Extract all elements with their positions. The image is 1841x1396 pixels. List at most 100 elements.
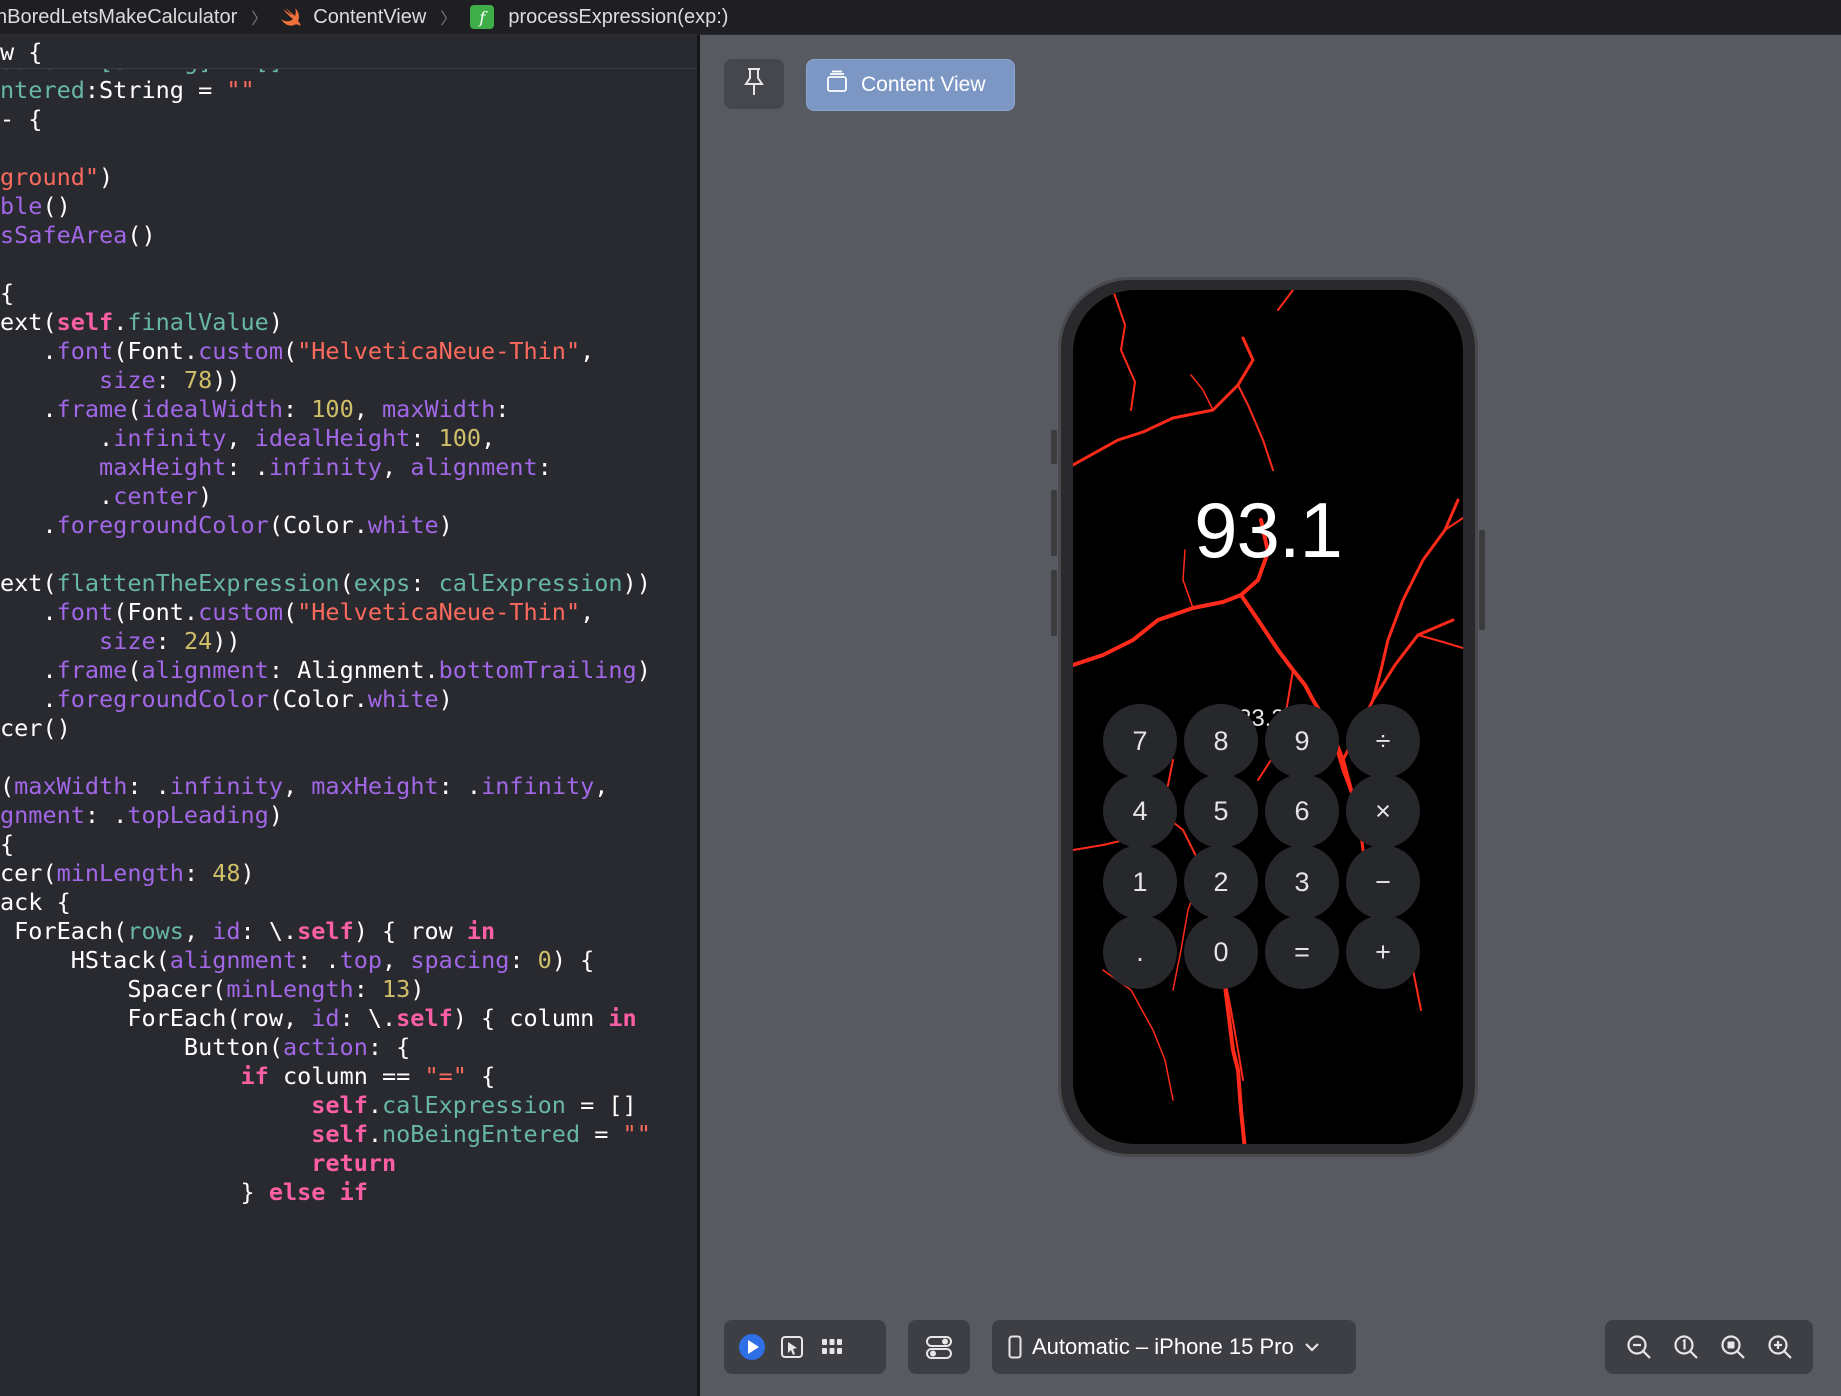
code-token: ) { row [353, 917, 467, 945]
lightning-crack [1073, 336, 1255, 467]
content-view-label: Content View [861, 73, 986, 96]
code-token: } [0, 1178, 269, 1206]
code-line: (maxWidth: .infinity, maxHeight: .infini… [0, 772, 608, 801]
key-decimal[interactable]: . [1103, 915, 1177, 989]
code-token: ForEach(row, [0, 1004, 312, 1032]
code-token: "=" [424, 1062, 467, 1090]
chevron-down-icon [1304, 1341, 1320, 1353]
code-line: Button(action: { [0, 1033, 410, 1062]
code-token: . [0, 511, 57, 539]
key-equals[interactable]: = [1265, 915, 1339, 989]
key-divide[interactable]: ÷ [1346, 704, 1420, 778]
code-line: cer() [0, 714, 71, 743]
key-9[interactable]: 9 [1265, 704, 1339, 778]
code-token: - { [0, 105, 43, 133]
code-token: : [183, 859, 213, 887]
code-line: ack { [0, 888, 71, 917]
code-token: , [580, 337, 595, 365]
key-1[interactable]: 1 [1103, 845, 1177, 919]
breadcrumb-separator: 〉 [251, 11, 268, 28]
code-token: white [367, 685, 439, 713]
code-token: ) [198, 482, 213, 510]
zoom-out-icon[interactable] [1619, 1327, 1659, 1367]
code-token: calExpression [438, 569, 623, 597]
power-button [1479, 530, 1485, 630]
device-selector[interactable]: Automatic – iPhone 15 Pro [992, 1320, 1356, 1374]
code-token: . [0, 656, 57, 684]
zoom-in-icon[interactable] [1760, 1327, 1800, 1367]
code-token: () [127, 221, 156, 249]
content-view-button[interactable]: Content View [806, 59, 1015, 111]
select-icon[interactable] [772, 1327, 812, 1367]
breadcrumb-project[interactable]: nBoredLetsMakeCalculator [0, 0, 237, 35]
code-token: custom [198, 598, 283, 626]
key-multiply[interactable]: × [1346, 774, 1420, 848]
variants-button[interactable] [908, 1320, 970, 1374]
code-line: ble() [0, 192, 71, 221]
key-6[interactable]: 6 [1265, 774, 1339, 848]
code-token: 100 [311, 395, 354, 423]
key-5[interactable]: 5 [1184, 774, 1258, 848]
code-editor[interactable]: w { ssion: [String] = []ntered:String = … [0, 35, 697, 1396]
pin-button[interactable] [724, 59, 784, 109]
code-token: ) [99, 163, 114, 191]
breadcrumb-file[interactable]: ContentView [281, 0, 426, 35]
code-token: else if [268, 1178, 368, 1206]
code-token: 13 [382, 975, 411, 1003]
code-line: self.calExpression = [] [0, 1091, 636, 1120]
code-token: : . [84, 801, 128, 829]
key-3[interactable]: 3 [1265, 845, 1339, 919]
code-line: if column == "=" { [0, 1062, 496, 1091]
grid-icon[interactable] [812, 1327, 852, 1367]
code-token: frame [56, 656, 128, 684]
code-line: ForEach(rows, id: \.self) { row in [0, 917, 495, 946]
key-2[interactable]: 2 [1184, 845, 1258, 919]
code-token: { [0, 279, 15, 307]
code-token: w { [0, 38, 43, 66]
code-token: . [0, 482, 114, 510]
code-token: in [608, 1004, 637, 1032]
code-line: size: 78)) [0, 366, 240, 395]
volume-up-button [1051, 490, 1057, 556]
code-token: action [282, 1033, 368, 1061]
code-token: rows [127, 917, 184, 945]
code-token: top [339, 946, 383, 974]
code-token: : . [226, 453, 269, 481]
zoom-controls [1605, 1320, 1813, 1374]
code-token: 0 [537, 946, 552, 974]
code-token: ack { [0, 888, 71, 916]
key-8[interactable]: 8 [1184, 704, 1258, 778]
key-4[interactable]: 4 [1103, 774, 1177, 848]
code-token: size [99, 366, 156, 394]
code-line: { [0, 830, 14, 859]
code-token: : { [367, 1033, 411, 1061]
code-token: 78 [183, 366, 213, 394]
zoom-actual-icon[interactable] [1666, 1327, 1706, 1367]
code-token: ) [268, 801, 283, 829]
breadcrumb-function[interactable]: f processExpression(exp:) [470, 0, 728, 35]
code-token: : \. [240, 917, 298, 945]
play-icon[interactable] [732, 1327, 772, 1367]
code-token: Button( [0, 1033, 283, 1061]
code-token: bottomTrailing [438, 656, 637, 684]
code-token: gnment [0, 801, 85, 829]
key-0[interactable]: 0 [1184, 915, 1258, 989]
code-token: topLeading [127, 801, 269, 829]
code-line: return [0, 1149, 396, 1178]
code-token: )) [622, 569, 651, 597]
device-label: Automatic – iPhone 15 Pro [1032, 1334, 1294, 1359]
code-token: minLength [56, 859, 184, 887]
zoom-fit-icon[interactable] [1713, 1327, 1753, 1367]
breadcrumb-project-label: nBoredLetsMakeCalculator [0, 5, 238, 28]
breadcrumb-function-label: processExpression(exp:) [508, 5, 729, 28]
lightning-crack [1112, 290, 1136, 411]
key-add[interactable]: + [1346, 915, 1420, 989]
key-subtract[interactable]: − [1346, 845, 1420, 919]
code-token: ntered [0, 76, 85, 104]
code-token: self [311, 1091, 368, 1119]
lightning-crack [1417, 634, 1463, 649]
key-7[interactable]: 7 [1103, 704, 1177, 778]
